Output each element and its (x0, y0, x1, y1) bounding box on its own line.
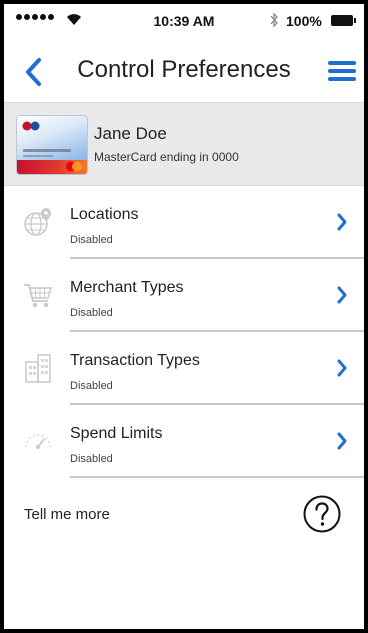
battery-icon (331, 15, 356, 26)
phone-screen: 10:39 AM 100% Control Preferences Jane D… (4, 4, 364, 629)
card-holder-name: Jane Doe (94, 124, 167, 143)
item-title: Transaction Types (70, 352, 200, 369)
question-circle-icon[interactable] (302, 494, 342, 534)
list-item-locations[interactable]: Locations Disabled (4, 186, 364, 259)
list-item-transaction-types[interactable]: Transaction Types Disabled (4, 332, 364, 405)
menu-button[interactable] (328, 58, 356, 84)
chevron-right-icon (337, 286, 347, 304)
item-status: Disabled (70, 307, 113, 319)
speedometer-icon (25, 434, 51, 449)
control-list: Locations Disabled Merchant Types Disabl… (4, 186, 364, 478)
chevron-right-icon (337, 432, 347, 450)
item-title: Spend Limits (70, 425, 163, 442)
battery-percent: 100% (286, 13, 322, 29)
credit-card-image (16, 115, 88, 175)
tell-me-more-link[interactable]: Tell me more (24, 506, 110, 523)
page-title: Control Preferences (77, 56, 291, 83)
status-bar: 10:39 AM 100% (4, 4, 364, 40)
hamburger-menu-icon-bar (328, 69, 356, 73)
card-description: MasterCard ending in 0000 (94, 150, 239, 164)
building-icon (25, 354, 51, 383)
item-title: Merchant Types (70, 279, 184, 296)
hamburger-menu-icon (328, 61, 356, 65)
item-status: Disabled (70, 234, 113, 246)
hamburger-menu-icon-bar (328, 77, 356, 81)
divider (70, 476, 364, 478)
shopping-cart-icon (24, 284, 53, 308)
mastercard-logo-icon (66, 161, 82, 172)
card-bank-logo-icon (22, 121, 40, 131)
item-status: Disabled (70, 380, 113, 392)
navigation-bar: Control Preferences (4, 40, 364, 102)
card-number-lines (23, 149, 71, 152)
bluetooth-icon (270, 12, 278, 28)
chevron-right-icon (337, 359, 347, 377)
card-holder-lines (23, 155, 53, 157)
item-title: Locations (70, 206, 139, 223)
list-item-spend-limits[interactable]: Spend Limits Disabled (4, 405, 364, 478)
chevron-right-icon (337, 213, 347, 231)
list-item-merchant-types[interactable]: Merchant Types Disabled (4, 259, 364, 332)
globe-pin-icon (24, 208, 51, 236)
card-summary: Jane Doe MasterCard ending in 0000 (4, 102, 364, 186)
item-status: Disabled (70, 453, 113, 465)
tell-me-more-row: Tell me more (4, 484, 364, 544)
